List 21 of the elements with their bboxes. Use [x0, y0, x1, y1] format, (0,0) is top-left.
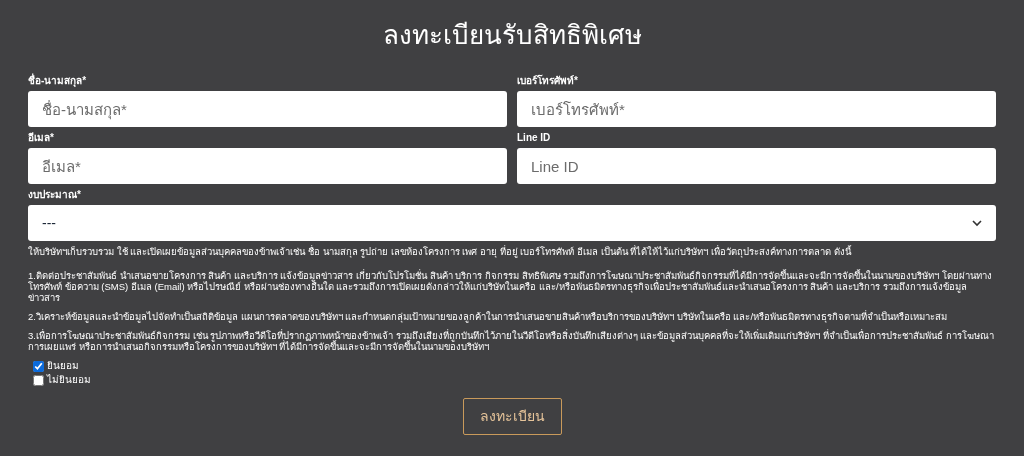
field-label: อีเมล* — [28, 131, 54, 145]
text-field[interactable]: อีเมล* — [28, 148, 507, 184]
field-label: ชื่อ-นามสกุล* — [28, 74, 87, 88]
chevron-down-icon — [972, 219, 982, 227]
option-label: ไม่ยินยอม — [47, 374, 91, 386]
consent-item: 2.วิเคราะห์ข้อมูลและนำข้อมูลไปจัดทำเป็นสถิติข้อมูล แผนการตลาดของบริษัทฯ และกำหนดกลุ่มเป้าหมายของลูกค้าในการนำเสนอขายสินค้าหรือบริการของบริษัทฯ บริษัทในเครือ และ/หรือพันธมิตรทางธุรกิจตามที่จำเป็นหรือเหมาะสม — [28, 311, 949, 322]
form-title: ลงทะเบียนรับสิทธิพิเศษ — [381, 19, 643, 52]
option-label: ยินยอม — [47, 360, 79, 372]
text-field[interactable]: ชื่อ-นามสกุล* — [28, 91, 507, 127]
text-field[interactable]: เบอร์โทรศัพท์* — [517, 91, 996, 127]
consent-item: 3.เพื่อการโฆษณาประชาสัมพันธ์กิจกรรม เช่น รูปภาพหรือวีดีโอที่ปรากฏภาพหน้าของข้าพเจ้า รวมถึงเสียงที่ถูกบันทึกไว้ภายในวีดีโอหรือสิ่งบันทึกเสียงต่างๆ และข้อมูลส่วนบุคคลที่จะให้เพิ่มเติมแก่บริษัทฯ ที่จำเป็นเพื่อการประชาสัมพันธ์ การโฆษณา การเผยแพร่ หรือการนำเสนอกิจกรรมหรือโครงการของบริษัทฯ ที่ได้มีการจัดขึ้นและจะมีการจัดขึ้นในนามของบริษัทฯ — [28, 330, 995, 352]
field-label: Line ID — [517, 131, 551, 145]
budget-select[interactable]: --- — [28, 205, 996, 241]
consent-checkbox[interactable] — [33, 360, 44, 372]
field-label: งบประมาณ* — [28, 188, 81, 202]
text-field[interactable]: Line ID — [517, 148, 996, 184]
register-button[interactable]: ลงทะเบียน — [462, 398, 562, 435]
field-label: เบอร์โทรศัพท์* — [517, 74, 578, 88]
consent-checkbox[interactable] — [33, 374, 44, 386]
consent-text: ให้บริษัทฯเก็บรวบรวม ใช้ และเปิดเผยข้อมูลส่วนบุคคลของข้าพเจ้าเช่น ชื่อ นามสกุล รูปถ่าย เลขห้องโครงการ เพศ อายุ ที่อยู่ เบอร์โทรศัพท์ อีเมล เป็นต้น ที่ได้ให้ไว้แก่บริษัทฯ เพื่อวัตถุประสงค์ทางการตลาด ดังนี้ — [28, 246, 853, 258]
consent-item: 1.ติดต่อประชาสัมพันธ์ นำเสนอขายโครงการ สินค้า และบริการ แจ้งข้อมูลข่าวสาร เกี่ยวกับโปรโมชั่น สินค้า บริการ กิจกรรม สิทธิพิเศษ รวมถึงการโฆษณาประชาสัมพันธ์กิจกรรมที่ได้มีการจัดขึ้นและจะมีการจัดขึ้นในนามของบริษัทฯ โดยผ่านทางโทรศัพท์ ข้อความ (SMS) อีเมล (Email) หรือไปรษณีย์ หรือผ่านช่องทางอื่นใด และรวมถึงการเปิดเผยดังกล่าวให้แก่บริษัทในเครือ และ/หรือพันธมิตรทางธุรกิจเพื่อประชาสัมพันธ์และนำเสนอโครงการ สินค้า และบริการ รวมถึงการแจ้งข้อมูลข่าวสาร — [28, 270, 993, 303]
